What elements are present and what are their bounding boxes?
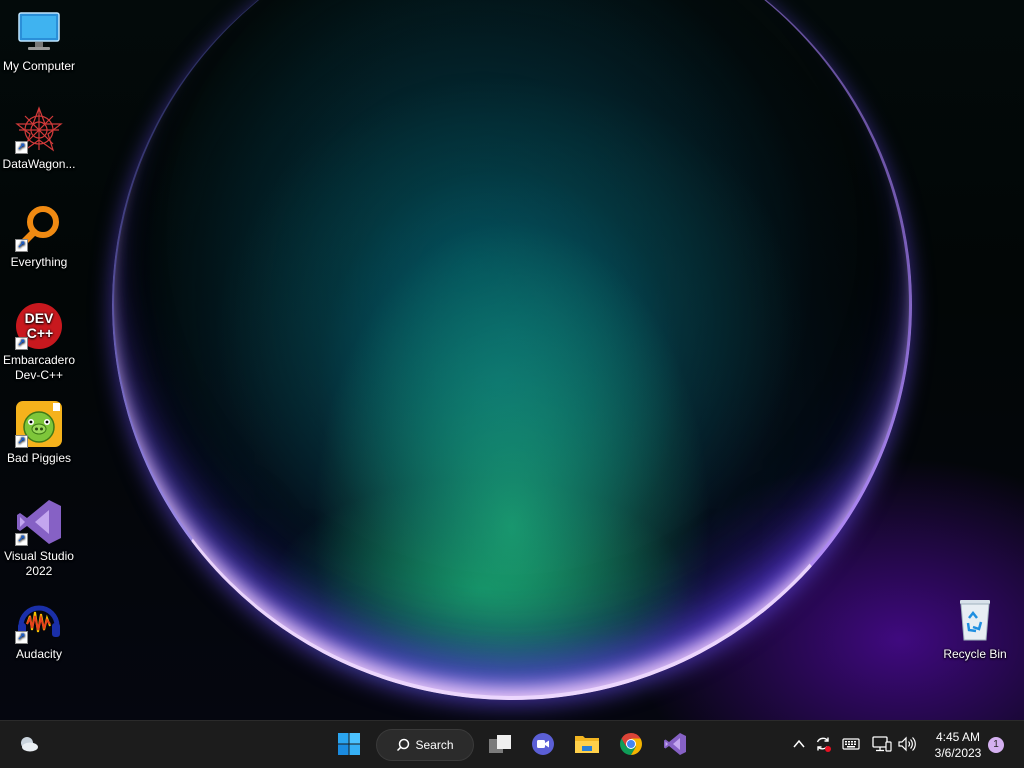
shortcut-arrow-icon: ↗	[15, 141, 28, 154]
network-icon	[872, 736, 892, 752]
chevron-up-icon	[793, 739, 805, 748]
widgets-button[interactable]	[12, 727, 46, 761]
desktop-icon-everything[interactable]: ↗ Everything	[0, 204, 78, 270]
task-view-button[interactable]	[483, 727, 517, 761]
desktop-icon-my-computer[interactable]: My Computer	[0, 8, 78, 74]
volume-button[interactable]	[896, 733, 918, 755]
weather-cloud-icon	[21, 737, 38, 752]
desktop-icon-label: Audacity	[15, 647, 63, 661]
wallpaper-orb-rim	[112, 0, 912, 700]
clock-button[interactable]: 4:45 AM 3/6/2023	[925, 729, 991, 761]
notification-badge[interactable]: 1	[988, 737, 1004, 753]
desktop-icon-label: DataWagon...	[2, 157, 76, 171]
desktop-icon-bad-piggies[interactable]: ↗ Bad Piggies	[0, 400, 78, 466]
monitor-icon	[15, 8, 63, 56]
devcpp-icon: DEV C++ ↗	[15, 302, 63, 350]
file-explorer-button[interactable]	[570, 727, 604, 761]
desktop-icon-label: Everything	[10, 255, 68, 269]
visual-studio-taskbar-button[interactable]	[658, 727, 692, 761]
magnifier-icon: ↗	[15, 204, 63, 252]
sync-tray-button[interactable]	[812, 733, 834, 755]
task-view-icon	[489, 735, 511, 753]
datawagon-icon: ↗	[15, 106, 63, 154]
audacity-icon: ↗	[15, 596, 63, 644]
svg-text:DEV: DEV	[25, 310, 54, 326]
chrome-button[interactable]	[614, 727, 648, 761]
svg-text:C++: C++	[27, 325, 53, 341]
desktop-icon-label: My Computer	[2, 59, 76, 73]
start-button[interactable]	[332, 727, 366, 761]
visual-studio-icon: ↗	[15, 498, 63, 546]
file-explorer-icon	[575, 736, 599, 753]
desktop-icon-label: Embarcadero Dev-C++	[2, 353, 76, 382]
desktop-icon-label: Visual Studio 2022	[4, 549, 74, 578]
teams-chat-button[interactable]	[526, 727, 560, 761]
network-button[interactable]	[871, 733, 893, 755]
start-icon	[338, 733, 360, 755]
keyboard-icon	[842, 738, 860, 750]
desktop-icon-devcpp[interactable]: DEV C++ ↗ Embarcadero Dev-C++	[0, 302, 78, 383]
sync-icon	[816, 737, 831, 752]
search-icon	[397, 738, 410, 752]
desktop-icon-visual-studio[interactable]: ↗ Visual Studio 2022	[0, 498, 78, 579]
shortcut-arrow-icon: ↗	[15, 337, 28, 350]
shortcut-arrow-icon: ↗	[15, 239, 28, 252]
desktop: My Computer ↗ DataWagon... ↗ Everything …	[0, 0, 1024, 720]
desktop-icon-datawagon[interactable]: ↗ DataWagon...	[0, 106, 78, 172]
desktop-icon-recycle-bin[interactable]: Recycle Bin	[936, 596, 1014, 662]
shortcut-arrow-icon: ↗	[15, 533, 28, 546]
chrome-icon	[620, 733, 642, 755]
shortcut-arrow-icon: ↗	[15, 435, 28, 448]
visual-studio-icon	[664, 733, 686, 755]
taskbar: Search 4:45 AM 3/6/2023 1	[0, 720, 1024, 768]
show-hidden-icons-button[interactable]	[788, 733, 810, 755]
taskbar-search-button[interactable]: Search	[376, 729, 474, 761]
clock-time: 4:45 AM	[935, 730, 981, 744]
bad-piggies-icon: ↗	[15, 400, 63, 448]
shortcut-arrow-icon: ↗	[15, 631, 28, 644]
search-label: Search	[415, 738, 454, 752]
recycle-bin-icon	[951, 596, 999, 644]
volume-icon	[898, 736, 916, 752]
desktop-icon-audacity[interactable]: ↗ Audacity	[0, 596, 78, 662]
input-indicator-button[interactable]	[840, 733, 862, 755]
clock-date: 3/6/2023	[934, 746, 982, 760]
teams-chat-icon	[532, 733, 554, 755]
desktop-icon-label: Recycle Bin	[943, 647, 1007, 661]
desktop-icon-label: Bad Piggies	[6, 451, 72, 465]
